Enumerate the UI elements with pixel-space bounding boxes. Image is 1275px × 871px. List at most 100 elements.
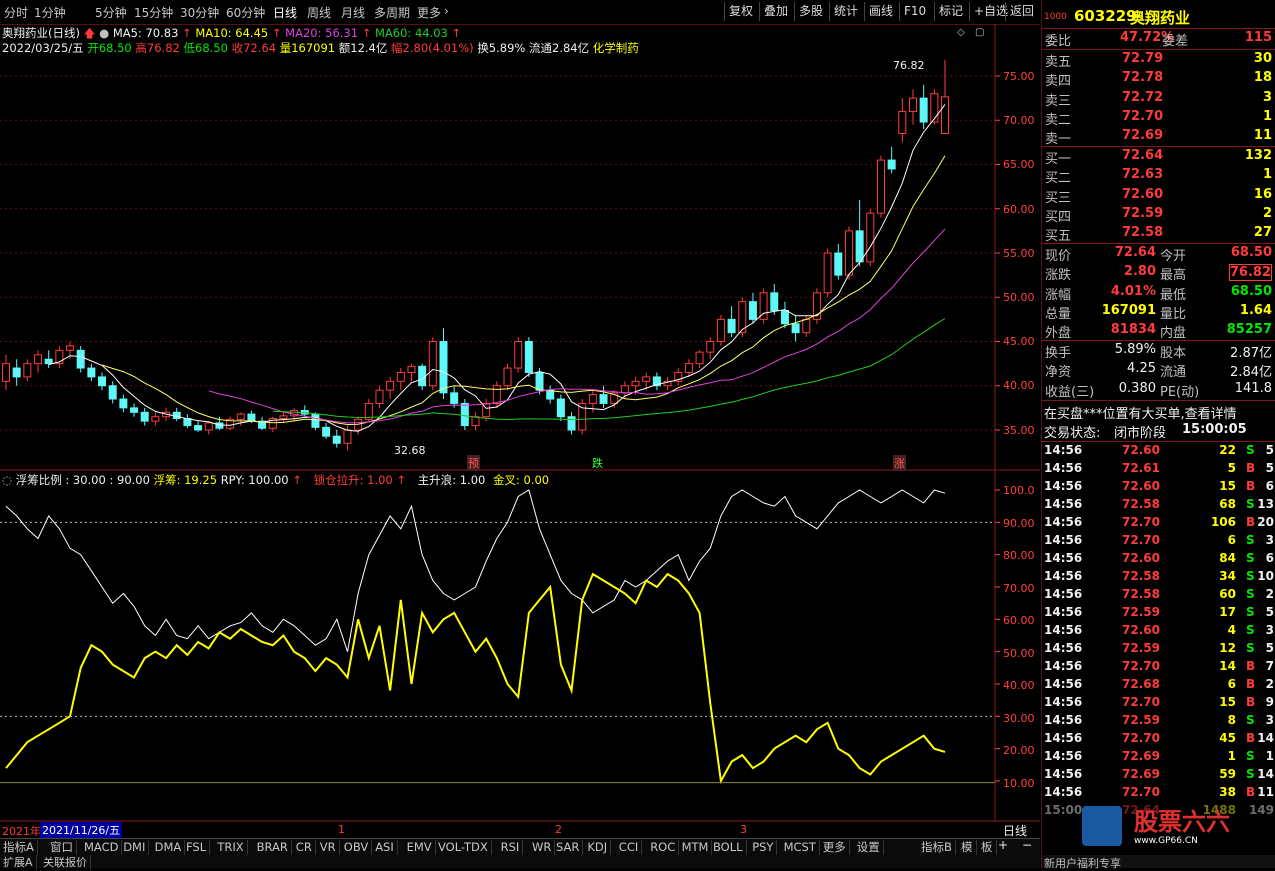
minus-icon[interactable]: −	[1022, 838, 1032, 852]
candle-body	[194, 425, 203, 431]
stat-label: 涨跌	[1045, 268, 1072, 284]
candle-body	[919, 97, 928, 123]
tick-direction: S	[1246, 569, 1255, 583]
notice-text[interactable]: 在买盘***位置有大买单,查看详情	[1044, 403, 1237, 422]
stat-value: 72.64	[1114, 245, 1156, 260]
stats-button[interactable]: 统计	[829, 2, 862, 21]
settings-circle-icon[interactable]: ◌	[2, 473, 12, 487]
period-monthly[interactable]: 月线	[341, 4, 365, 21]
tick-volume: 14	[1219, 659, 1236, 673]
candle-body	[834, 252, 843, 276]
tab-indicator[interactable]: ASI	[372, 840, 398, 855]
period-30min[interactable]: 30分钟	[180, 4, 219, 21]
add-icon[interactable]: +	[998, 838, 1008, 852]
candle-body	[76, 349, 85, 369]
chevron-right-icon[interactable]: ›	[444, 4, 449, 18]
stat-value: 167091	[1101, 302, 1156, 318]
big-order-notice[interactable]: 在买盘***位置有大买单,查看详情	[1042, 403, 1275, 422]
tick-volume: 84	[1219, 551, 1236, 565]
draw-button[interactable]: 画线	[864, 2, 897, 21]
tab-indicator[interactable]: SAR	[553, 840, 584, 855]
axis-label: 30.00	[1003, 712, 1035, 725]
status-value: 闭市阶段	[1114, 426, 1167, 441]
tab-indicator[interactable]: FSL	[183, 840, 211, 855]
tick-row: 14:56 72.61 5 B 5	[1042, 461, 1275, 479]
tick-volume: 106	[1210, 515, 1236, 529]
bid-row: 买三 72.60 16	[1042, 187, 1275, 206]
tab-indicator[interactable]: ROC	[647, 840, 680, 855]
tab-indicator[interactable]: TRIX	[214, 840, 248, 855]
tick-row: 14:56 72.70 106 B 20	[1042, 515, 1275, 533]
period-fenshi[interactable]: 分时	[4, 4, 28, 21]
stat-label: 涨幅	[1045, 287, 1072, 303]
bid-label: 买三	[1045, 190, 1072, 206]
f10-button[interactable]: F10	[899, 2, 930, 21]
candle-body	[770, 292, 779, 312]
tick-direction: S	[1246, 587, 1255, 601]
tick-count: 6	[1265, 479, 1274, 493]
tick-price: 72.59	[1122, 713, 1160, 727]
tab-indicator[interactable]: 指标A	[0, 840, 38, 855]
tab-indicator[interactable]: RSI	[498, 840, 524, 855]
tab-indicator[interactable]: OBV	[341, 840, 373, 855]
tick-time: 14:56	[1044, 713, 1083, 727]
tab-indicator[interactable]: MCST	[781, 840, 820, 855]
tab-indicator[interactable]: VR	[317, 840, 340, 855]
tab-indicator[interactable]: EMV	[404, 840, 436, 855]
tick-time: 14:56	[1044, 569, 1083, 583]
tab-indicator[interactable]: MACD	[81, 840, 123, 855]
back-button[interactable]: 返回	[1005, 2, 1038, 21]
tab-indicator[interactable]: PSY	[749, 840, 778, 855]
watermark-logo-icon	[1082, 806, 1122, 846]
multi-stock-button[interactable]: 多股	[794, 2, 827, 21]
tab-indicator[interactable]: CCI	[616, 840, 643, 855]
tab-indicator[interactable]: BOLL	[710, 840, 747, 855]
candle-body	[823, 252, 832, 294]
tab-indicator[interactable]: 窗口	[47, 840, 77, 855]
tick-count: 7	[1265, 659, 1274, 673]
tick-volume: 6	[1227, 533, 1236, 547]
period-15min[interactable]: 15分钟	[134, 4, 173, 21]
tab-indicator[interactable]: 指标B	[918, 840, 956, 855]
period-5min[interactable]: 5分钟	[95, 4, 127, 21]
tab-indicator[interactable]: 更多	[820, 840, 850, 855]
tab-indicator[interactable]: DMA	[152, 840, 186, 855]
mark-button[interactable]: 标记	[934, 2, 967, 21]
tab-indicator[interactable]: CR	[293, 840, 316, 855]
stat-value: 2.87亿	[1230, 346, 1272, 361]
watermark-title: 股票六六	[1134, 808, 1230, 836]
stat-label: 最低	[1160, 287, 1187, 303]
new-user-link[interactable]: 新用户福利专享	[1044, 855, 1121, 871]
tab-indicator[interactable]: 设置	[854, 840, 884, 855]
tab-indicator[interactable]: 模	[958, 840, 977, 855]
tab-indicator[interactable]: 板	[978, 840, 997, 855]
tick-price: 72.58	[1122, 569, 1160, 583]
tab-indicator[interactable]: VOL-TDX	[435, 840, 492, 855]
period-weekly[interactable]: 周线	[307, 4, 331, 21]
tab-indicator[interactable]: DMI	[120, 840, 150, 855]
period-daily[interactable]: 日线	[273, 4, 297, 21]
tick-volume: 5	[1227, 461, 1236, 475]
tab-indicator[interactable]: WR	[529, 840, 556, 855]
period-multi[interactable]: 多周期	[374, 4, 410, 21]
status-label: 交易状态:	[1044, 426, 1101, 441]
tab-indicator[interactable]: KDJ	[584, 840, 612, 855]
indicator-p2: : 90.00	[109, 473, 150, 487]
kline-chart[interactable]	[0, 24, 1040, 822]
tab-indicator[interactable]: MTM	[679, 840, 713, 855]
axis-label: 70.00	[1003, 582, 1035, 595]
overlay-button[interactable]: 叠加	[759, 2, 792, 21]
period-more[interactable]: 更多	[417, 4, 441, 21]
candle-body	[418, 365, 427, 387]
trade-status: 交易状态: 闭市阶段 15:00:05	[1042, 422, 1275, 441]
tick-time: 14:56	[1044, 695, 1083, 709]
ask-label: 卖四	[1045, 74, 1072, 90]
tick-volume: 45	[1219, 731, 1236, 745]
stat-row: 外盘 81834 内盘 85257	[1042, 322, 1275, 341]
stat-row: 收益(三) 0.380 PE(动) 141.8	[1042, 381, 1275, 400]
period-60min[interactable]: 60分钟	[226, 4, 265, 21]
fuquan-button[interactable]: 复权	[724, 2, 757, 21]
period-1min[interactable]: 1分钟	[34, 4, 66, 21]
tab-indicator[interactable]: BRAR	[254, 840, 292, 855]
tick-row: 14:56 72.60 22 S 5	[1042, 443, 1275, 461]
